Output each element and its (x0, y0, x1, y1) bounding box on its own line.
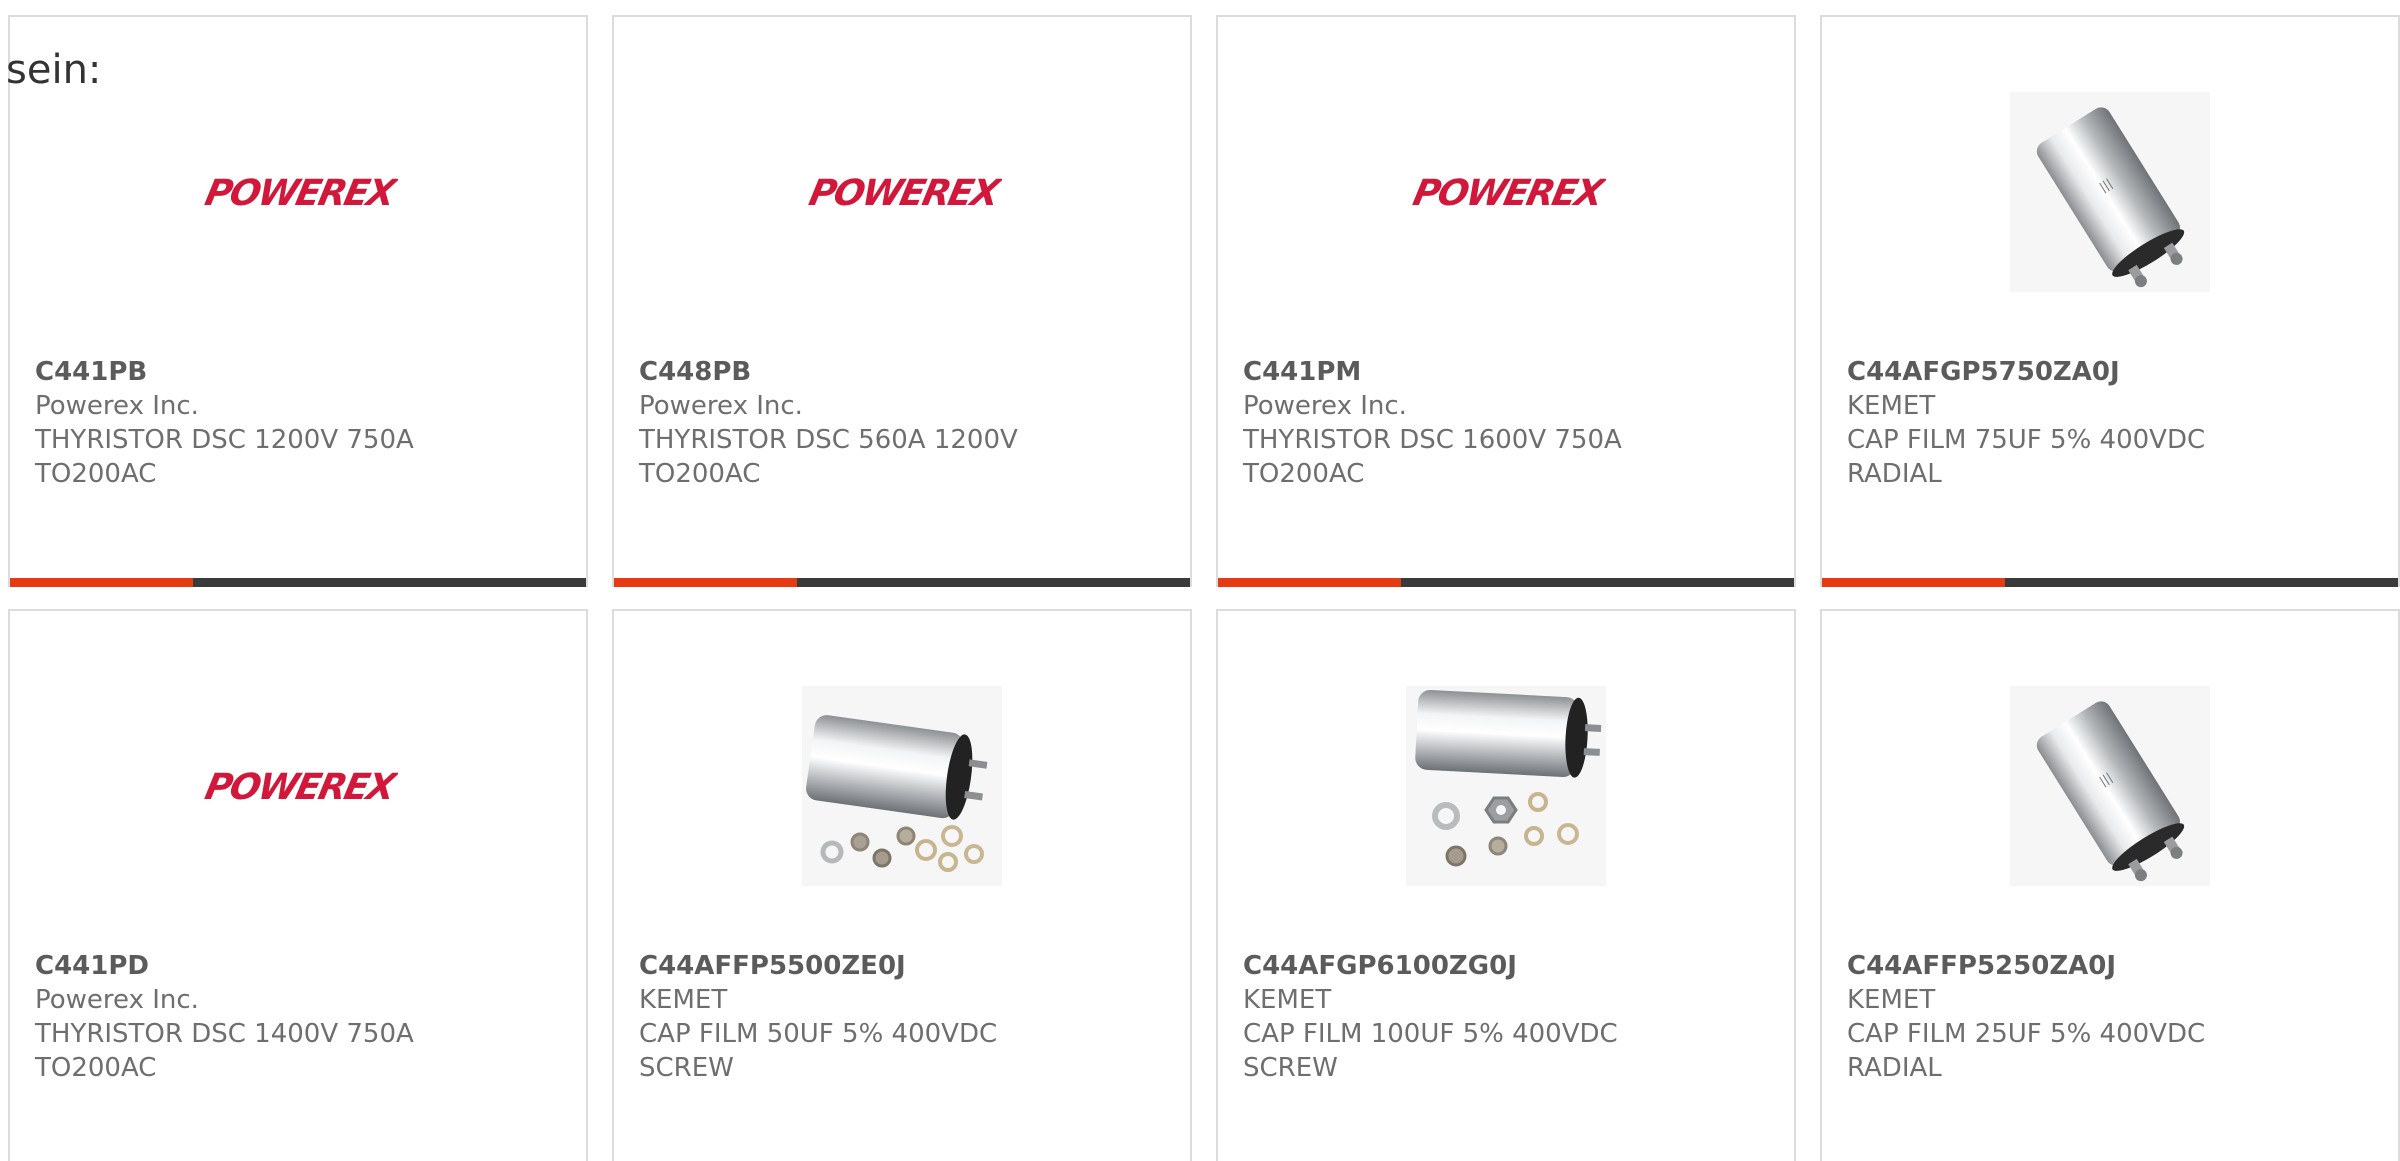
part-number[interactable]: C44AFGP6100ZG0J (1243, 949, 1618, 983)
card-hover-bar-accent (10, 578, 193, 587)
svg-text:POWEREX: POWEREX (1409, 172, 1606, 212)
powerex-logo: POWEREX (802, 172, 1002, 212)
description-line-1: CAP FILM 75UF 5% 400VDC (1847, 425, 2206, 455)
card-hover-bar-accent (1218, 578, 1401, 587)
part-number[interactable]: C441PD (35, 949, 414, 983)
product-card[interactable]: POWEREX C441PD Powerex Inc. THYRISTOR DS… (8, 609, 588, 1161)
capacitor-horizontal-photo (802, 686, 1002, 886)
description-line-2: RADIAL (1847, 459, 1942, 489)
description-line-1: THYRISTOR DSC 1400V 750A (35, 1019, 414, 1049)
description-line-2: TO200AC (1243, 459, 1365, 489)
card-hover-bar-accent (1822, 578, 2005, 587)
product-card[interactable]: C44AFFP5500ZE0J KEMET CAP FILM 50UF 5% 4… (612, 609, 1192, 1161)
description-line-1: CAP FILM 25UF 5% 400VDC (1847, 1019, 2206, 1049)
svg-text:POWEREX: POWEREX (805, 172, 1002, 212)
svg-text:POWEREX: POWEREX (201, 172, 398, 212)
description-line-2: RADIAL (1847, 1053, 1942, 1083)
manufacturer: Powerex Inc. (639, 391, 803, 421)
description-line-1: THYRISTOR DSC 1200V 750A (35, 425, 414, 455)
part-number[interactable]: C44AFFP5500ZE0J (639, 949, 997, 983)
description-line-2: SCREW (639, 1053, 734, 1083)
product-card[interactable]: ||| C44AFFP5250ZA0J KEMET CAP FILM 25UF … (1820, 609, 2400, 1161)
card-hover-bar (614, 578, 1190, 587)
manufacturer: KEMET (1847, 391, 1936, 421)
product-image: ||| (1822, 87, 2398, 297)
manufacturer: Powerex Inc. (35, 985, 199, 1015)
powerex-logo: POWEREX (1406, 172, 1606, 212)
part-number[interactable]: C448PB (639, 355, 1018, 389)
description-line-2: SCREW (1243, 1053, 1338, 1083)
product-image: POWEREX (10, 681, 586, 891)
card-hover-bar-accent (614, 578, 797, 587)
description-line-1: CAP FILM 50UF 5% 400VDC (639, 1019, 998, 1049)
card-hover-bar (1822, 578, 2398, 587)
manufacturer: KEMET (1243, 985, 1332, 1015)
powerex-logo: POWEREX (198, 172, 398, 212)
description-line-1: THYRISTOR DSC 1600V 750A (1243, 425, 1622, 455)
card-hover-bar (1218, 578, 1794, 587)
part-number[interactable]: C44AFGP5750ZA0J (1847, 355, 2205, 389)
description-line-2: TO200AC (35, 459, 157, 489)
product-image: POWEREX (1218, 87, 1794, 297)
product-image: POWEREX (10, 87, 586, 297)
page: sein: POWEREX C441PB Powerex Inc. THYRIS… (0, 0, 2400, 1161)
svg-text:POWEREX: POWEREX (201, 766, 398, 806)
manufacturer: KEMET (1847, 985, 1936, 1015)
manufacturer: Powerex Inc. (35, 391, 199, 421)
product-card[interactable]: POWEREX C441PM Powerex Inc. THYRISTOR DS… (1216, 15, 1796, 587)
product-image (1218, 681, 1794, 891)
product-image: POWEREX (614, 87, 1190, 297)
product-grid: POWEREX C441PB Powerex Inc. THYRISTOR DS… (8, 15, 2400, 1161)
description-line-2: TO200AC (35, 1053, 157, 1083)
part-number[interactable]: C441PB (35, 355, 414, 389)
product-card[interactable]: C44AFGP6100ZG0J KEMET CAP FILM 100UF 5% … (1216, 609, 1796, 1161)
product-card[interactable]: POWEREX C448PB Powerex Inc. THYRISTOR DS… (612, 15, 1192, 587)
description-line-2: TO200AC (639, 459, 761, 489)
manufacturer: Powerex Inc. (1243, 391, 1407, 421)
product-card[interactable]: POWEREX C441PB Powerex Inc. THYRISTOR DS… (8, 15, 588, 587)
part-number[interactable]: C44AFFP5250ZA0J (1847, 949, 2205, 983)
capacitor-horizontal-photo (1406, 686, 1606, 886)
manufacturer: KEMET (639, 985, 728, 1015)
capacitor-upright-photo: ||| (2010, 686, 2210, 886)
product-image: ||| (1822, 681, 2398, 891)
powerex-logo: POWEREX (198, 766, 398, 806)
intro-text: sein: (6, 47, 102, 93)
part-number[interactable]: C441PM (1243, 355, 1622, 389)
card-hover-bar (10, 578, 586, 587)
description-line-1: THYRISTOR DSC 560A 1200V (639, 425, 1018, 455)
capacitor-upright-photo: ||| (2010, 92, 2210, 292)
product-card[interactable]: ||| C44AFGP5750ZA0J KEMET CAP FILM 75UF … (1820, 15, 2400, 587)
description-line-1: CAP FILM 100UF 5% 400VDC (1243, 1019, 1618, 1049)
product-image (614, 681, 1190, 891)
